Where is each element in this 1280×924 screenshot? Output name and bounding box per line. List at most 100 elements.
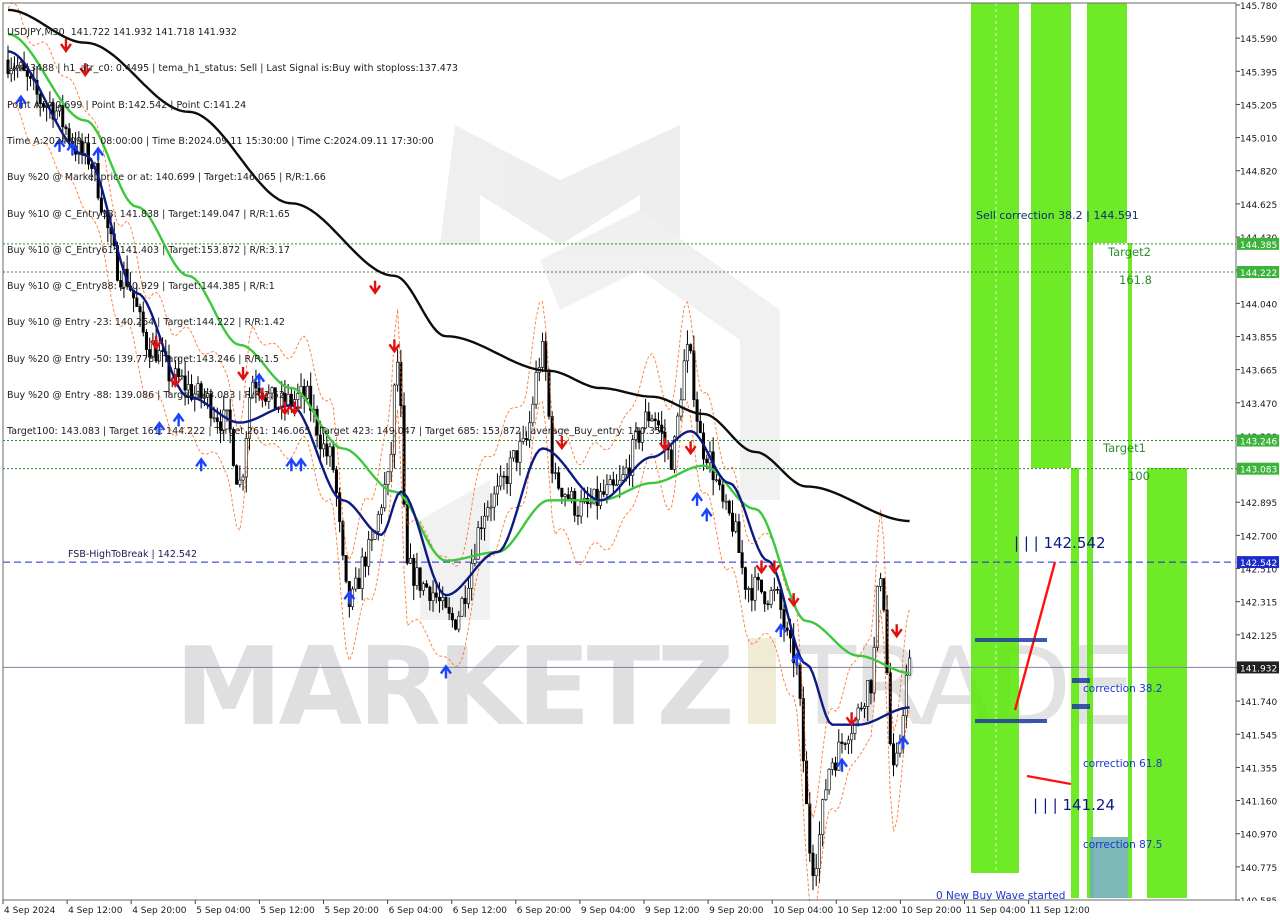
candle-bear xyxy=(425,583,429,588)
candle-bull xyxy=(16,65,20,69)
target2-label: Target2 xyxy=(1107,245,1151,259)
candle-bull xyxy=(367,539,371,567)
candle-bull xyxy=(473,558,477,564)
price-tick-label: 141.160 xyxy=(1240,798,1277,808)
candle-bear xyxy=(183,375,187,391)
candle-bear xyxy=(318,434,322,450)
candle-bull xyxy=(528,422,532,441)
candle-bear xyxy=(331,446,335,471)
candle-bear xyxy=(219,421,223,431)
candle-bull xyxy=(827,769,831,791)
candle-bull xyxy=(370,538,374,541)
price-tick-label: 142.315 xyxy=(1240,599,1277,609)
price-chart[interactable]: MARKETZ TRADE FSB-HighToBreak | 142.542 Sel… xyxy=(0,0,1280,920)
candle-bull xyxy=(621,474,625,481)
candle-bull xyxy=(624,467,628,475)
candle-bull xyxy=(676,415,680,438)
candle-bear xyxy=(418,567,422,591)
price-tick-label: 140.775 xyxy=(1240,864,1277,874)
candle-bear xyxy=(750,588,754,601)
candle-bear xyxy=(199,383,203,399)
price-tick-label: 143.665 xyxy=(1240,367,1277,377)
candle-bull xyxy=(734,521,738,532)
candle-bear xyxy=(550,415,554,474)
candle-bear xyxy=(515,450,519,463)
candle-bear xyxy=(264,397,268,402)
candle-bull xyxy=(875,585,879,648)
candle-bear xyxy=(148,349,152,358)
candle-bull xyxy=(682,360,686,401)
candle-bull xyxy=(521,438,525,442)
candle-bear xyxy=(689,344,693,352)
candle-bear xyxy=(138,306,142,313)
candle-bull xyxy=(589,502,593,505)
candle-bear xyxy=(595,488,599,506)
candle-bear xyxy=(437,596,441,602)
time-tick-label: 4 Sep 12:00 xyxy=(68,906,123,916)
candle-bear xyxy=(637,430,641,443)
candle-bull xyxy=(103,211,107,214)
price-badge-label: 144.222 xyxy=(1240,269,1277,279)
candle-bear xyxy=(721,484,725,502)
candle-bull xyxy=(486,507,490,517)
candle-bull xyxy=(386,471,390,485)
candle-bear xyxy=(743,567,747,590)
candle-bear xyxy=(834,762,838,771)
candle-bear xyxy=(99,197,103,213)
candle-bear xyxy=(444,597,448,608)
watermark-text-left: MARKETZ xyxy=(175,625,731,750)
price-tick-label: 140.970 xyxy=(1240,831,1277,841)
candle-bull xyxy=(563,494,567,497)
box-bottom-edge xyxy=(975,719,1047,723)
candle-bear xyxy=(450,613,454,621)
time-tick-label: 9 Sep 04:00 xyxy=(581,906,636,916)
time-tick-label: 5 Sep 20:00 xyxy=(325,906,380,916)
candle-bear xyxy=(29,76,33,79)
candle-bull xyxy=(222,409,226,431)
candle-bull xyxy=(830,762,834,770)
candle-bear xyxy=(41,103,45,108)
price-badge-label: 142.542 xyxy=(1240,559,1277,569)
target-zone xyxy=(1128,243,1132,898)
candle-bear xyxy=(727,500,731,514)
candle-bull xyxy=(305,385,309,399)
candle-bull xyxy=(879,578,883,587)
correction-875-label: correction 87.5 xyxy=(1083,839,1162,851)
chart-area[interactable]: MARKETZ TRADE FSB-HighToBreak | 142.542 Sel… xyxy=(0,0,1280,920)
candle-bull xyxy=(824,789,828,800)
candle-bear xyxy=(479,527,483,529)
candle-bear xyxy=(560,488,564,497)
candle-bear xyxy=(669,449,673,470)
candle-bear xyxy=(412,557,416,586)
candle-bull xyxy=(441,597,445,602)
candle-bull xyxy=(58,104,62,112)
candle-bull xyxy=(415,567,419,586)
candle-bull xyxy=(380,507,384,515)
candle-bear xyxy=(38,93,42,104)
candle-bear xyxy=(840,741,844,744)
candle-bear xyxy=(254,381,258,389)
candle-bull xyxy=(54,110,58,120)
price-badge-label: 143.083 xyxy=(1240,466,1277,476)
candle-bull xyxy=(286,393,290,407)
candle-bear xyxy=(759,579,763,593)
candle-bull xyxy=(421,583,425,591)
candle-bear xyxy=(656,420,660,426)
time-tick-label: 5 Sep 12:00 xyxy=(260,906,315,916)
candle-bull xyxy=(598,491,602,506)
candle-bear xyxy=(859,707,863,710)
candle-bull xyxy=(389,453,393,473)
price-badge-label: 141.932 xyxy=(1240,664,1277,674)
candle-bear xyxy=(891,743,895,766)
candle-bull xyxy=(248,397,252,439)
candle-bull xyxy=(817,834,821,870)
candle-bear xyxy=(502,475,506,478)
candle-bear xyxy=(144,331,148,350)
candle-bear xyxy=(805,760,809,805)
price-tick-label: 142.125 xyxy=(1240,632,1277,642)
watermark-bar xyxy=(748,638,776,724)
watermark-text-right: TRADE xyxy=(789,625,1132,750)
candle-bear xyxy=(573,491,577,516)
candle-bear xyxy=(325,443,329,457)
candle-bull xyxy=(196,383,200,395)
